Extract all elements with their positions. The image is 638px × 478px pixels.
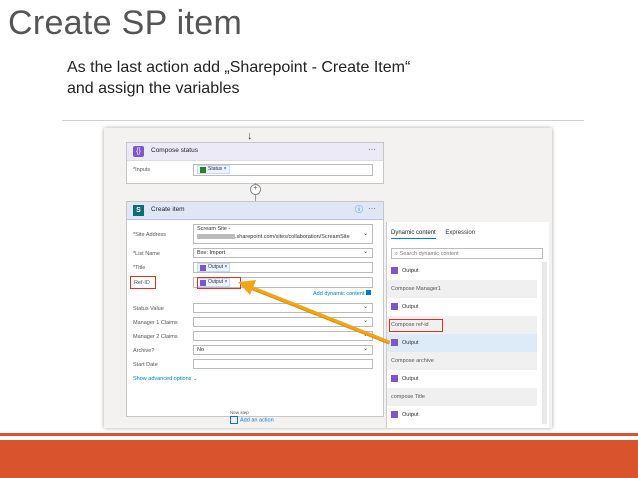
subtitle-line-1: As the last action add „Sharepoint - Cre… (67, 59, 411, 76)
create-item-card: S Create item ⓘ ⋯ *Site Address Scream S… (126, 201, 384, 417)
compose-icon: {} (133, 146, 144, 157)
add-action-icon (230, 416, 238, 424)
chevron-down-icon[interactable]: ⌄ (363, 248, 368, 256)
list-item[interactable]: Output (387, 370, 537, 388)
compose-icon (391, 267, 398, 275)
sharepoint-icon: S (133, 205, 144, 216)
section-label: compose Title (391, 394, 425, 400)
add-an-action-label: Add an action (240, 417, 274, 424)
dynamic-search-input[interactable]: ⌕ Search dynamic content (391, 248, 543, 259)
tab-expression[interactable]: Expression (445, 230, 475, 238)
site-address-field[interactable]: Scream Site - .sharepoint.com/sites/coll… (193, 224, 373, 244)
manager2-field[interactable]: ⌄ (193, 331, 373, 341)
manager2-label: Manager 2 Claims (133, 334, 178, 340)
site-address-line-1: Scream Site - (197, 226, 231, 232)
list-item-label: Output (402, 412, 419, 418)
ref-id-token-highlight (197, 277, 241, 289)
add-dynamic-content-link[interactable]: Add dynamic content (313, 290, 371, 297)
start-date-label: Start Date (133, 362, 158, 368)
compose-icon (391, 375, 398, 383)
status-value-field[interactable]: ⌄ (193, 303, 373, 313)
archive-label: Archive? (133, 348, 155, 354)
manager1-label: Manager 1 Claims (133, 320, 178, 326)
slide-subtitle: As the last action add „Sharepoint - Cre… (67, 57, 587, 99)
title-field[interactable]: Output × (193, 262, 373, 273)
excel-icon (200, 166, 206, 173)
list-name-field[interactable]: Bxe: Import ⌄ (193, 248, 373, 258)
chevron-down-icon: ⌄ (192, 376, 198, 382)
list-item-label: Output (402, 340, 419, 346)
chevron-down-icon[interactable]: ⌄ (363, 345, 368, 353)
list-item[interactable]: Output (387, 406, 537, 424)
dynamic-content-icon (365, 290, 371, 295)
compose-icon (391, 339, 398, 347)
list-item-label: Output (402, 304, 419, 310)
create-item-header[interactable]: S Create item ⓘ ⋯ (127, 202, 383, 220)
compose-icon (391, 303, 398, 311)
dynamic-content-panel: Dynamic content Expression ⌕ Search dyna… (386, 222, 549, 428)
compose-icon (200, 264, 206, 271)
flow-screenshot: ↓ {} Compose status ⋯ *Inputs Status × +… (104, 128, 552, 428)
compose-status-header[interactable]: {} Compose status ⋯ (127, 143, 383, 161)
status-token[interactable]: Status × (197, 165, 230, 174)
archive-value: No (197, 347, 205, 353)
add-dynamic-content-label: Add dynamic content (313, 291, 365, 297)
title-output-token[interactable]: Output × (197, 263, 231, 272)
inputs-label: *Inputs (133, 167, 151, 173)
list-item-label: Output (402, 376, 419, 382)
tab-dynamic-content[interactable]: Dynamic content (391, 230, 436, 239)
insert-step-icon[interactable]: + (250, 184, 261, 195)
scrollbar-track[interactable] (542, 262, 547, 424)
compose-status-card[interactable]: {} Compose status ⋯ *Inputs Status × (126, 142, 384, 184)
chevron-down-icon[interactable]: ⌄ (363, 331, 368, 339)
inputs-field[interactable]: Status × (193, 164, 373, 176)
manager1-field[interactable]: ⌄ (193, 317, 373, 327)
list-item-label: Output (402, 268, 419, 274)
chevron-down-icon[interactable]: ⌄ (363, 303, 368, 311)
list-name-label: *List Name (133, 251, 160, 257)
title-divider (62, 120, 584, 121)
panel-tabs: Dynamic content Expression (391, 230, 483, 239)
title-label: *Title (133, 265, 146, 271)
list-item[interactable]: Output (387, 262, 537, 280)
chevron-down-icon[interactable]: ⌄ (363, 317, 368, 325)
section-header: Compose archive (387, 352, 537, 370)
section-header: compose Title (387, 388, 537, 406)
start-date-field[interactable] (193, 359, 373, 369)
new-step-label: New step (230, 410, 249, 415)
slide-title: Create SP item (8, 4, 243, 42)
chevron-down-icon[interactable]: ⌄ (363, 230, 368, 238)
show-advanced-options-link[interactable]: Show advanced options ⌄ (133, 376, 198, 382)
more-options-icon[interactable]: ⋯ (368, 204, 376, 213)
status-value-label: Status Value (133, 306, 164, 312)
archive-field[interactable]: No ⌄ (193, 345, 373, 355)
site-address-line-2: .sharepoint.com/sites/collaboration/Scre… (197, 233, 372, 241)
create-item-title: Create item (151, 206, 185, 213)
info-icon[interactable]: ⓘ (355, 204, 363, 215)
section-label: Compose archive (391, 358, 434, 364)
footer-accent-line (0, 433, 638, 436)
more-options-icon[interactable]: ⋯ (368, 145, 376, 154)
redacted-block (197, 234, 235, 240)
search-icon: ⌕ (395, 251, 399, 257)
subtitle-line-2: and assign the variables (67, 80, 240, 97)
compose-ref-id-highlight (389, 319, 443, 332)
show-advanced-options-label: Show advanced options (133, 376, 192, 382)
search-placeholder: Search dynamic content (399, 251, 459, 257)
compose-icon (391, 411, 398, 419)
status-token-label: Status (208, 166, 223, 172)
ref-id-highlight (130, 276, 156, 289)
list-item[interactable]: Output (387, 298, 537, 316)
site-address-label: *Site Address (133, 232, 167, 238)
list-name-value: Bxe: Import (197, 250, 226, 256)
add-an-action-link[interactable]: Add an action (230, 416, 274, 424)
list-item[interactable]: Output (387, 334, 537, 352)
title-token-label: Output (208, 264, 224, 270)
section-header: Compose Manager1 (387, 280, 537, 298)
section-label: Compose Manager1 (391, 286, 441, 292)
flow-arrow-down-icon: ↓ (247, 130, 253, 142)
compose-status-title: Compose status (151, 147, 198, 154)
site-address-url: .sharepoint.com/sites/collaboration/Scre… (235, 234, 350, 240)
footer-accent-bar (0, 440, 638, 478)
